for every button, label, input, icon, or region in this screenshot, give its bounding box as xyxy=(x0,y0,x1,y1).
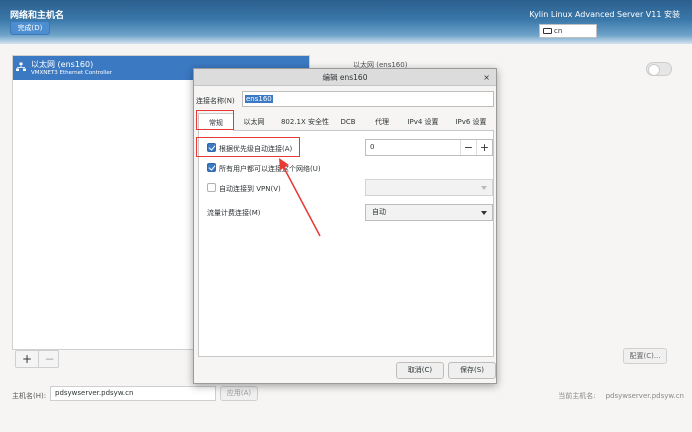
annotation-arrow xyxy=(279,158,321,237)
